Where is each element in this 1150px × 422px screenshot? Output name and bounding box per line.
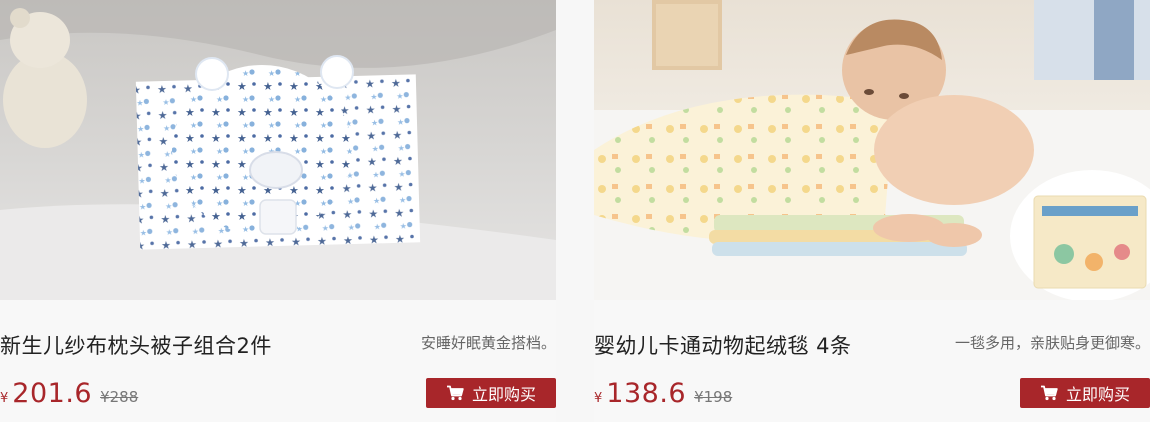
pillow-blanket-photo: ★ ★ <box>0 0 556 300</box>
product-card-blanket-set[interactable]: 婴幼儿卡通动物起绒毯 4条 一毯多用，亲肤贴身更御寒。 ¥ 138.6 ¥198… <box>594 0 1150 422</box>
buy-now-button[interactable]: 立即购买 <box>1020 378 1150 408</box>
product-slogan: 一毯多用，亲肤贴身更御寒。 <box>954 334 1150 352</box>
sale-price: 138.6 <box>606 378 687 409</box>
baby-on-blanket-photo <box>594 0 1150 300</box>
product-image-pillow-set[interactable]: ★ ★ <box>0 0 556 300</box>
price-row: ¥ 138.6 ¥198 <box>594 378 732 414</box>
original-price: ¥198 <box>694 388 733 406</box>
price-row: ¥ 201.6 ¥288 <box>0 378 138 414</box>
shopping-cart-icon <box>1040 385 1058 401</box>
original-price: ¥288 <box>100 388 139 406</box>
product-title[interactable]: 婴幼儿卡通动物起绒毯 4条 <box>594 330 852 360</box>
product-slogan: 安睡好眠黄金搭档。 <box>420 334 556 352</box>
buy-now-label: 立即购买 <box>1065 385 1130 404</box>
sale-price: 201.6 <box>12 378 93 409</box>
product-image-blanket-set[interactable] <box>594 0 1150 300</box>
shopping-cart-icon <box>446 385 464 401</box>
product-title[interactable]: 新生儿纱布枕头被子组合2件 <box>0 330 272 360</box>
product-card-pillow-set[interactable]: ★ ★ 新生儿纱布枕头被子组合 <box>0 0 556 422</box>
buy-now-label: 立即购买 <box>471 385 536 404</box>
currency-symbol: ¥ <box>0 391 9 406</box>
buy-now-button[interactable]: 立即购买 <box>426 378 556 408</box>
currency-symbol: ¥ <box>594 391 603 406</box>
